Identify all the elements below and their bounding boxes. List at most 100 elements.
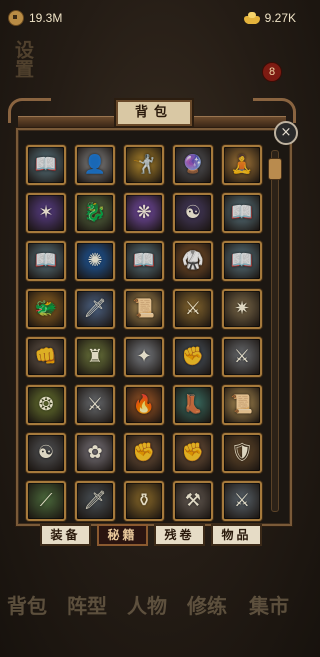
jade-idol-icon: ♜ <box>86 346 104 367</box>
crystal-orb-icon: 🔮 <box>181 154 205 175</box>
crossed-swords-icon: ⚔ <box>233 346 251 367</box>
tab-3[interactable]: 物品 <box>211 524 262 546</box>
armored-warrior-icon: 🛡 <box>230 442 254 463</box>
item-slot[interactable]: 👤 <box>75 145 115 185</box>
scroll-icon: 📜 <box>230 394 254 415</box>
dancing-warrior-icon: 🤺 <box>132 154 156 175</box>
item-slot[interactable]: 📖 <box>26 145 66 185</box>
kicking-fighter-icon: 🥋 <box>181 250 205 271</box>
item-slot[interactable]: ☯ <box>26 433 66 473</box>
meditating-monk-icon: 🧘 <box>230 154 254 175</box>
item-slot[interactable]: 📖 <box>26 241 66 281</box>
item-slot[interactable]: ⚔ <box>173 289 213 329</box>
item-slot[interactable]: 📜 <box>222 385 262 425</box>
clenched-fist-icon: ✊ <box>181 442 205 463</box>
copper-resource: 19.3M <box>8 9 62 27</box>
notification-badge: 8 <box>262 62 282 82</box>
tab-2[interactable]: 残卷 <box>154 524 205 546</box>
close-button[interactable]: × <box>274 121 298 145</box>
item-slot[interactable]: ❋ <box>124 193 164 233</box>
tab-0[interactable]: 装备 <box>40 524 91 546</box>
nav-item-3[interactable]: 修练 <box>182 594 232 644</box>
item-slot[interactable]: ✊ <box>173 433 213 473</box>
item-slot[interactable]: 📜 <box>124 289 164 329</box>
fire-hand-icon: 🔥 <box>132 394 156 415</box>
item-slot[interactable]: 📖 <box>124 241 164 281</box>
bottom-nav: 背包 阵型 人物 修练 集市 <box>0 590 304 650</box>
war-hammer-icon: ⚒ <box>184 490 202 511</box>
open-book-icon: 📖 <box>34 154 58 175</box>
white-slash-icon: ✦ <box>136 346 152 367</box>
item-slot[interactable]: ☯ <box>173 193 213 233</box>
item-slot[interactable]: ❂ <box>26 385 66 425</box>
item-slot[interactable]: ⚒ <box>173 481 213 521</box>
nav-item-0[interactable]: 背包 <box>2 594 52 644</box>
item-slot[interactable]: ✦ <box>124 337 164 377</box>
blue-energy-icon: ✺ <box>87 250 103 271</box>
copper-amount: 19.3M <box>29 11 63 25</box>
item-slot[interactable]: 🐲 <box>26 289 66 329</box>
green-dragon-icon: 🐉 <box>83 202 107 223</box>
item-slot[interactable]: 🔮 <box>173 145 213 185</box>
scrollbar-thumb[interactable] <box>268 158 282 180</box>
steel-fist-icon: ✊ <box>181 346 205 367</box>
item-slot[interactable]: ⚔ <box>75 385 115 425</box>
category-tabs: 装备 秘籍 残卷 物品 <box>40 524 264 546</box>
nav-item-4[interactable]: 集市 <box>244 594 294 644</box>
item-grid: 📖 👤 🤺 🔮 🧘 ✶ 🐉 ❋ ☯ 📖 📖 ✺ 📖 🥋 📖 🐲 🗡 📜 ⚔ ✷ 👊 ♜ ✦ ✊ ⚔ ❂ ⚔ 🔥 👢 📜 ☯ ✿ ✊ ✊ 🛡 ⟋ 🗡 ⚱ ⚒ ⚔ <box>26 145 266 521</box>
item-slot[interactable]: ✊ <box>124 433 164 473</box>
white-figure-icon: 👤 <box>83 154 107 175</box>
item-slot[interactable]: ✶ <box>26 193 66 233</box>
item-slot[interactable]: ⚔ <box>222 481 262 521</box>
item-slot[interactable]: ♜ <box>75 337 115 377</box>
nav-item-1[interactable]: 阵型 <box>62 594 112 644</box>
resource-bar: 19.3M 9.27K <box>0 0 304 34</box>
crossed-swords-icon: ⚔ <box>86 394 104 415</box>
item-slot[interactable]: 🧘 <box>222 145 262 185</box>
nav-item-2[interactable]: 人物 <box>122 594 172 644</box>
gold-amount: 9.27K <box>264 11 296 25</box>
item-slot[interactable]: 📖 <box>222 241 262 281</box>
item-slot[interactable]: 🗡 <box>75 289 115 329</box>
purple-claw-icon: ✶ <box>38 202 54 223</box>
open-book-icon: 📖 <box>230 202 254 223</box>
item-slot[interactable]: ⚔ <box>222 337 262 377</box>
item-slot[interactable]: ✷ <box>222 289 262 329</box>
settings-label[interactable]: 设置 <box>10 40 37 78</box>
blue-sword-icon: 🗡 <box>83 298 107 319</box>
item-slot[interactable]: ✊ <box>173 337 213 377</box>
green-emblem-icon: ❂ <box>38 394 54 415</box>
scrollbar-track[interactable] <box>271 150 279 512</box>
item-slot[interactable]: ⚱ <box>124 481 164 521</box>
gold-resource: 9.27K <box>243 9 296 27</box>
scroll-icon: 📜 <box>132 298 156 319</box>
tab-1[interactable]: 秘籍 <box>97 524 148 546</box>
item-slot[interactable]: ✿ <box>75 433 115 473</box>
ornate-sword-icon: 🗡 <box>83 490 107 511</box>
item-slot[interactable]: 👊 <box>26 337 66 377</box>
gold-ingot-icon <box>243 12 260 24</box>
item-slot[interactable]: 🤺 <box>124 145 164 185</box>
item-slot[interactable]: 🗡 <box>75 481 115 521</box>
sword-burst-icon: ✷ <box>234 298 250 319</box>
item-slot[interactable]: 🐉 <box>75 193 115 233</box>
item-slot[interactable]: 📖 <box>222 193 262 233</box>
item-slot[interactable]: 🔥 <box>124 385 164 425</box>
dark-figure-icon: ☯ <box>184 202 202 223</box>
open-book-icon: 📖 <box>132 250 156 271</box>
purple-wings-icon: ❋ <box>136 202 152 223</box>
yin-yang-icon: ☯ <box>37 442 55 463</box>
clenched-fist-icon: ✊ <box>132 442 156 463</box>
copper-coin-icon <box>8 10 24 26</box>
white-lotus-icon: ✿ <box>87 442 103 463</box>
item-slot[interactable]: 👢 <box>173 385 213 425</box>
golden-dragon-icon: 🐲 <box>34 298 58 319</box>
window-title: 背包 <box>116 100 192 126</box>
item-slot[interactable]: ⟋ <box>26 481 66 521</box>
item-slot[interactable]: 🛡 <box>222 433 262 473</box>
item-slot[interactable]: 🥋 <box>173 241 213 281</box>
golden-warrior-icon: ⚔ <box>184 298 202 319</box>
shadow-fighter-icon: 👊 <box>34 346 58 367</box>
green-blade-icon: ⟋ <box>39 490 53 511</box>
item-slot[interactable]: ✺ <box>75 241 115 281</box>
